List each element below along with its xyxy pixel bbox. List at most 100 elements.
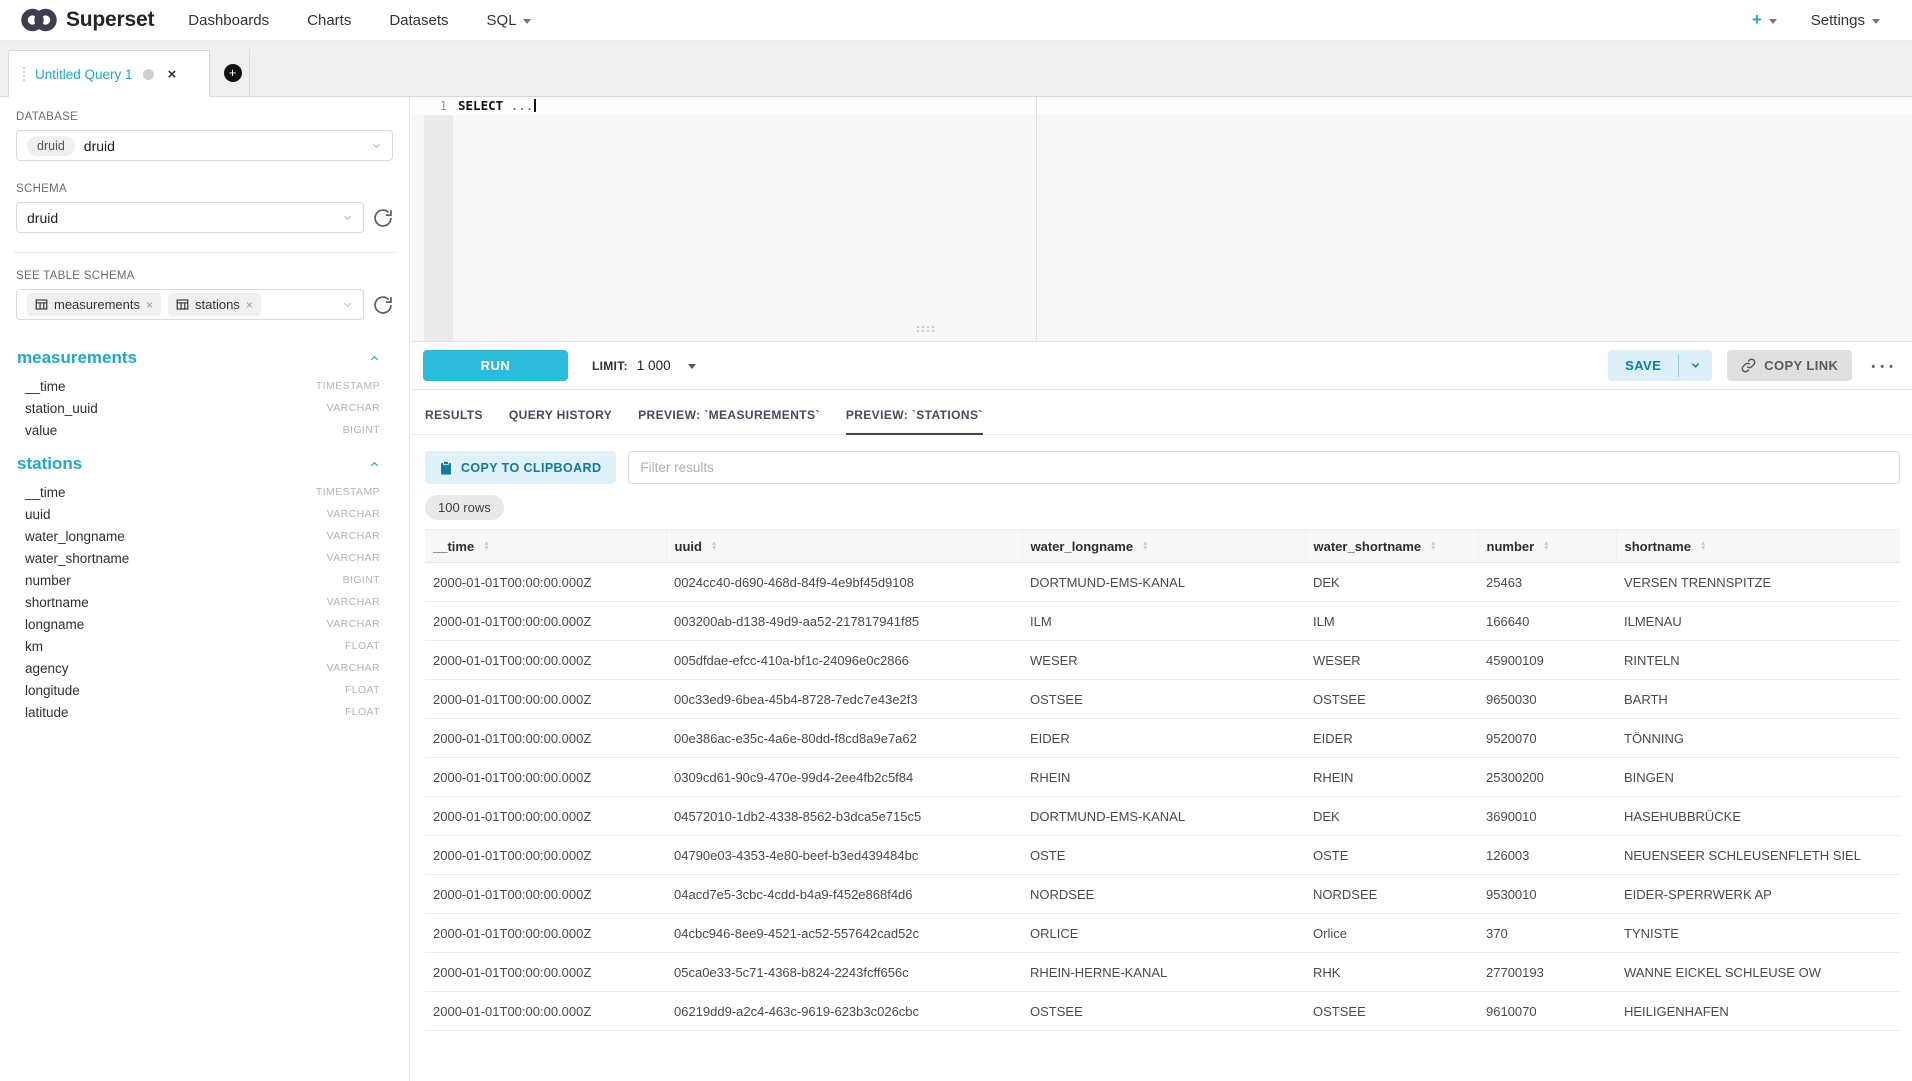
settings-label: Settings	[1811, 12, 1865, 29]
sql-editor[interactable]: 1 SELECT ...	[411, 97, 1912, 342]
table-row[interactable]: 2000-01-01T00:00:00.000Z 00e386ac-e35c-4…	[425, 719, 1900, 758]
results-tab[interactable]: QUERY HISTORY	[509, 408, 612, 434]
copy-link-button[interactable]: COPY LINK	[1727, 350, 1852, 381]
sql-code-line[interactable]: SELECT ...	[458, 97, 536, 115]
chevron-up-icon[interactable]	[369, 353, 380, 364]
resize-grip-icon[interactable]	[917, 326, 919, 328]
cell-shortname: HASEHUBBRÜCKE	[1616, 797, 1900, 836]
remove-chip-icon[interactable]	[146, 298, 153, 312]
table-row[interactable]: 2000-01-01T00:00:00.000Z 04acd7e5-3cbc-4…	[425, 875, 1900, 914]
column-header[interactable]: __time	[425, 530, 666, 563]
column-header[interactable]: uuid	[666, 530, 1022, 563]
refresh-tables-icon[interactable]	[373, 295, 393, 315]
save-options-button[interactable]	[1679, 350, 1712, 381]
cell-uuid: 04572010-1db2-4338-8562-b3dca5e715c5	[666, 797, 1022, 836]
column-name: value	[25, 423, 57, 438]
column-type: VARCHAR	[327, 530, 380, 542]
chevron-down-icon	[1690, 360, 1701, 371]
table-name-heading[interactable]: measurements	[17, 348, 137, 368]
table-icon	[176, 298, 189, 311]
nav-menu-item[interactable]: SQL	[487, 12, 531, 29]
schema-column-row: value BIGINT	[25, 419, 380, 441]
table-row[interactable]: 2000-01-01T00:00:00.000Z 04cbc946-8ee9-4…	[425, 914, 1900, 953]
schema-select[interactable]: druid	[16, 202, 364, 233]
cell-water-shortname: ILM	[1305, 602, 1478, 641]
chevron-down-icon	[342, 212, 353, 223]
table-icon	[35, 298, 48, 311]
run-button[interactable]: RUN	[423, 350, 568, 381]
sort-icon[interactable]	[711, 541, 717, 551]
save-button[interactable]: SAVE	[1608, 350, 1678, 381]
cell-shortname: RINTELN	[1616, 641, 1900, 680]
sort-icon[interactable]	[1430, 541, 1436, 551]
column-header[interactable]: number	[1478, 530, 1616, 563]
sort-icon[interactable]	[1700, 541, 1706, 551]
refresh-schema-icon[interactable]	[373, 208, 393, 228]
cell-water-shortname: NORDSEE	[1305, 875, 1478, 914]
table-chip-label: stations	[195, 297, 240, 312]
limit-value: 1 000	[637, 358, 671, 373]
table-row[interactable]: 2000-01-01T00:00:00.000Z 04572010-1db2-4…	[425, 797, 1900, 836]
nav-menu-item[interactable]: Charts	[307, 12, 351, 29]
results-tab[interactable]: RESULTS	[425, 408, 483, 434]
cell-shortname: NEUENSEER SCHLEUSENFLETH SIEL	[1616, 836, 1900, 875]
settings-menu[interactable]: Settings	[1811, 12, 1880, 29]
drag-handle-icon[interactable]	[23, 67, 25, 69]
copy-to-clipboard-label: COPY TO CLIPBOARD	[461, 461, 601, 475]
column-header[interactable]: water_longname	[1022, 530, 1305, 563]
infinity-logo-icon	[18, 6, 60, 34]
limit-dropdown[interactable]: LIMIT: 1 000	[592, 358, 696, 373]
see-table-schema-label: SEE TABLE SCHEMA	[16, 270, 393, 282]
nav-menu-item[interactable]: Dashboards	[188, 12, 269, 29]
table-row[interactable]: 2000-01-01T00:00:00.000Z 00c33ed9-6bea-4…	[425, 680, 1900, 719]
cell-water-shortname: RHK	[1305, 953, 1478, 992]
table-row[interactable]: 2000-01-01T00:00:00.000Z 06219dd9-a2c4-4…	[425, 992, 1900, 1031]
plus-circle-icon	[224, 64, 242, 82]
copy-to-clipboard-button[interactable]: COPY TO CLIPBOARD	[425, 451, 616, 484]
schema-column-row: __time TIMESTAMP	[25, 375, 380, 397]
cell-uuid: 003200ab-d138-49d9-aa52-217817941f85	[666, 602, 1022, 641]
more-options-icon[interactable]	[1865, 354, 1900, 377]
filter-results-input[interactable]	[628, 451, 1900, 484]
cell-water-longname: OSTE	[1022, 836, 1305, 875]
superset-logo[interactable]: Superset	[18, 6, 154, 34]
add-query-tab-button[interactable]	[216, 49, 250, 96]
nav-menu-item-label: Datasets	[389, 12, 448, 29]
remove-chip-icon[interactable]	[246, 298, 253, 312]
cell-uuid: 06219dd9-a2c4-463c-9619-623b3c026cbc	[666, 992, 1022, 1031]
column-header[interactable]: water_shortname	[1305, 530, 1478, 563]
table-row[interactable]: 2000-01-01T00:00:00.000Z 05ca0e33-5c71-4…	[425, 953, 1900, 992]
table-chip[interactable]: stations	[168, 293, 261, 316]
table-schema-select[interactable]: measurements stations	[16, 289, 364, 320]
cell-time: 2000-01-01T00:00:00.000Z	[425, 641, 666, 680]
new-item-menu[interactable]: +	[1752, 10, 1777, 30]
column-name: station_uuid	[25, 401, 98, 416]
column-type: FLOAT	[345, 684, 380, 696]
sort-icon[interactable]	[1142, 541, 1148, 551]
table-row[interactable]: 2000-01-01T00:00:00.000Z 005dfdae-efcc-4…	[425, 641, 1900, 680]
results-tab[interactable]: PREVIEW: `STATIONS`	[846, 408, 983, 435]
column-type: VARCHAR	[327, 552, 380, 564]
table-name-heading[interactable]: stations	[17, 454, 82, 474]
cell-number: 9610070	[1478, 992, 1616, 1031]
database-select[interactable]: druid druid	[16, 130, 393, 161]
nav-menu-item[interactable]: Datasets	[389, 12, 448, 29]
table-row[interactable]: 2000-01-01T00:00:00.000Z 0024cc40-d690-4…	[425, 563, 1900, 602]
table-chip[interactable]: measurements	[27, 293, 161, 316]
results-tab[interactable]: PREVIEW: `MEASUREMENTS`	[638, 408, 820, 434]
query-tab-untitled[interactable]: Untitled Query 1	[8, 50, 210, 97]
sort-icon[interactable]	[483, 541, 489, 551]
cell-number: 3690010	[1478, 797, 1616, 836]
chevron-up-icon[interactable]	[369, 459, 380, 470]
cell-shortname: WANNE EICKEL SCHLEUSE OW	[1616, 953, 1900, 992]
table-row[interactable]: 2000-01-01T00:00:00.000Z 0309cd61-90c9-4…	[425, 758, 1900, 797]
table-schema-section: stations __time TIMESTAMP uuid VARCHAR w…	[16, 454, 393, 723]
schema-label: SCHEMA	[16, 183, 393, 195]
table-row[interactable]: 2000-01-01T00:00:00.000Z 003200ab-d138-4…	[425, 602, 1900, 641]
close-tab-icon[interactable]	[168, 66, 177, 83]
column-header[interactable]: shortname	[1616, 530, 1900, 563]
sort-icon[interactable]	[1543, 541, 1549, 551]
cell-water-longname: WESER	[1022, 641, 1305, 680]
print-margin-line	[1036, 97, 1037, 341]
table-row[interactable]: 2000-01-01T00:00:00.000Z 04790e03-4353-4…	[425, 836, 1900, 875]
